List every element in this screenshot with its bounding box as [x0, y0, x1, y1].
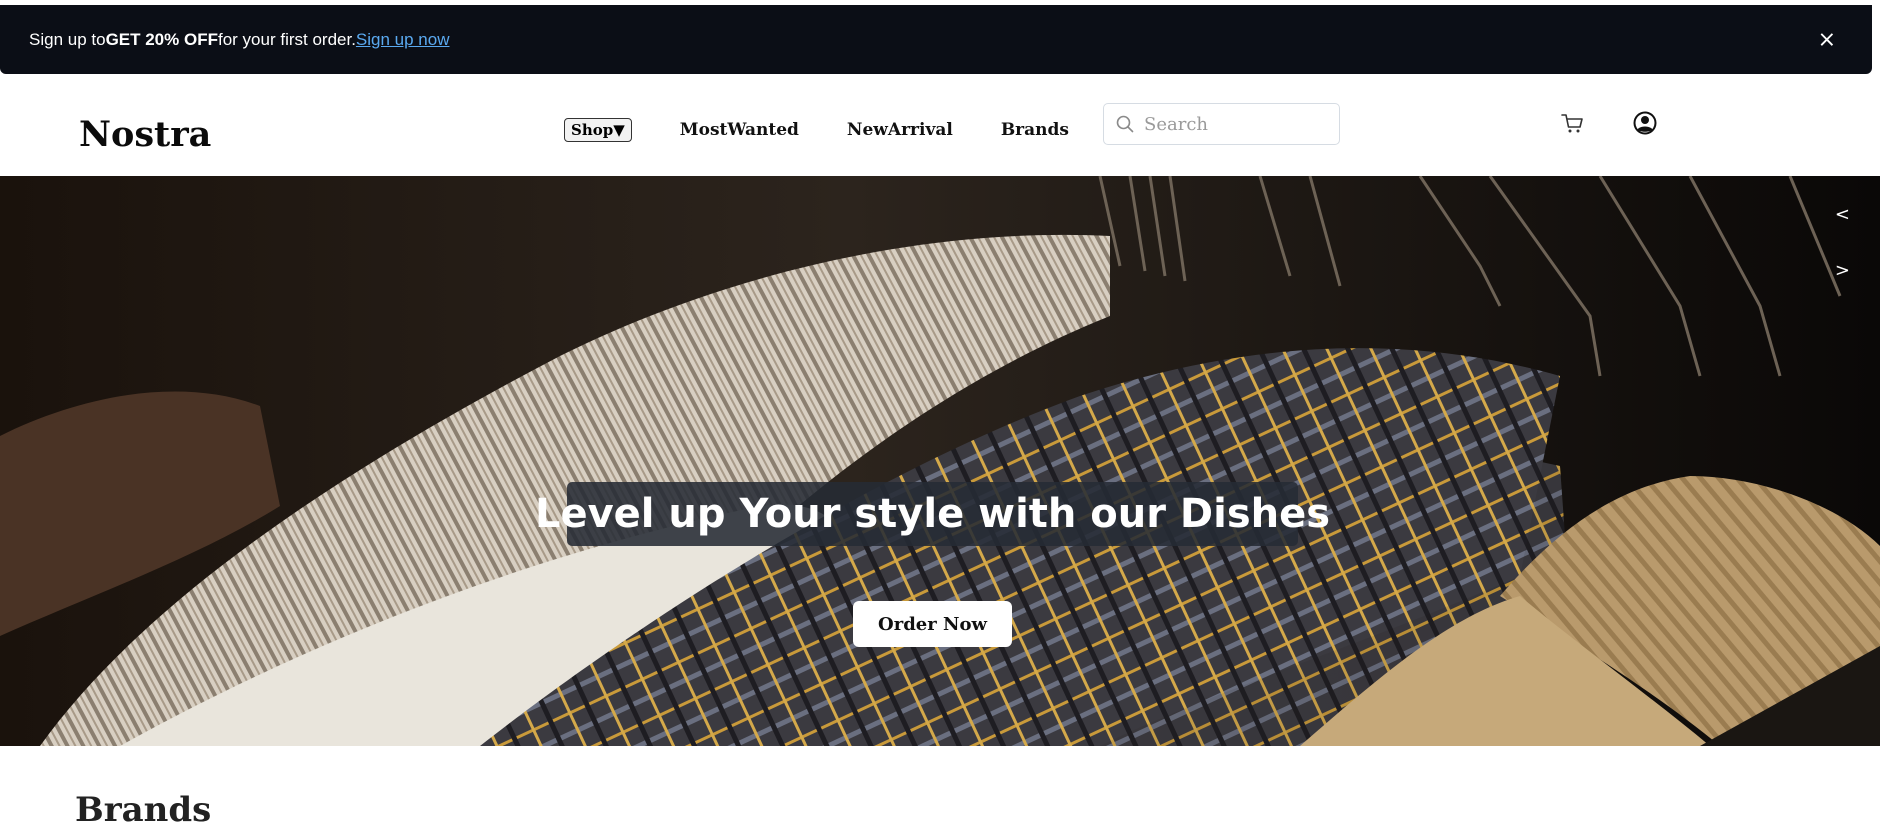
nav-link-brands[interactable]: Brands — [1001, 120, 1069, 140]
promo-text-after: for your first order. — [217, 29, 356, 49]
hero-title: Level up Your style with our Dishes — [535, 482, 1330, 546]
carousel-prev-icon[interactable]: < — [1835, 204, 1850, 225]
carousel-next-icon[interactable]: > — [1835, 260, 1850, 281]
site-header: Nostra Shop▼ MostWanted NewArrival Brand… — [0, 74, 1880, 176]
cart-icon[interactable] — [1561, 113, 1585, 135]
search-box[interactable] — [1103, 103, 1340, 145]
nav-link-newarrival[interactable]: NewArrival — [847, 120, 953, 140]
promo-text-before: Sign up to — [29, 29, 106, 49]
promo-banner: Sign up to GET 20% OFF for your first or… — [0, 5, 1872, 74]
user-icon[interactable] — [1633, 111, 1657, 135]
nav-link-mostwanted[interactable]: MostWanted — [680, 120, 799, 140]
order-now-button[interactable]: Order Now — [853, 601, 1012, 647]
search-input[interactable] — [1144, 113, 1324, 135]
hero-image — [0, 176, 1880, 746]
hero-banner: Level up Your style with our Dishes Orde… — [0, 176, 1880, 746]
close-icon[interactable]: × — [1818, 27, 1836, 52]
main-nav: Shop▼ MostWanted NewArrival Brands — [564, 118, 1069, 142]
brands-section-title: Brands — [75, 790, 212, 829]
promo-discount: GET 20% OFF — [105, 29, 218, 49]
search-icon — [1116, 115, 1134, 133]
signup-link[interactable]: Sign up now — [356, 30, 450, 50]
logo[interactable]: Nostra — [79, 114, 211, 155]
shop-dropdown-button[interactable]: Shop▼ — [564, 118, 632, 142]
